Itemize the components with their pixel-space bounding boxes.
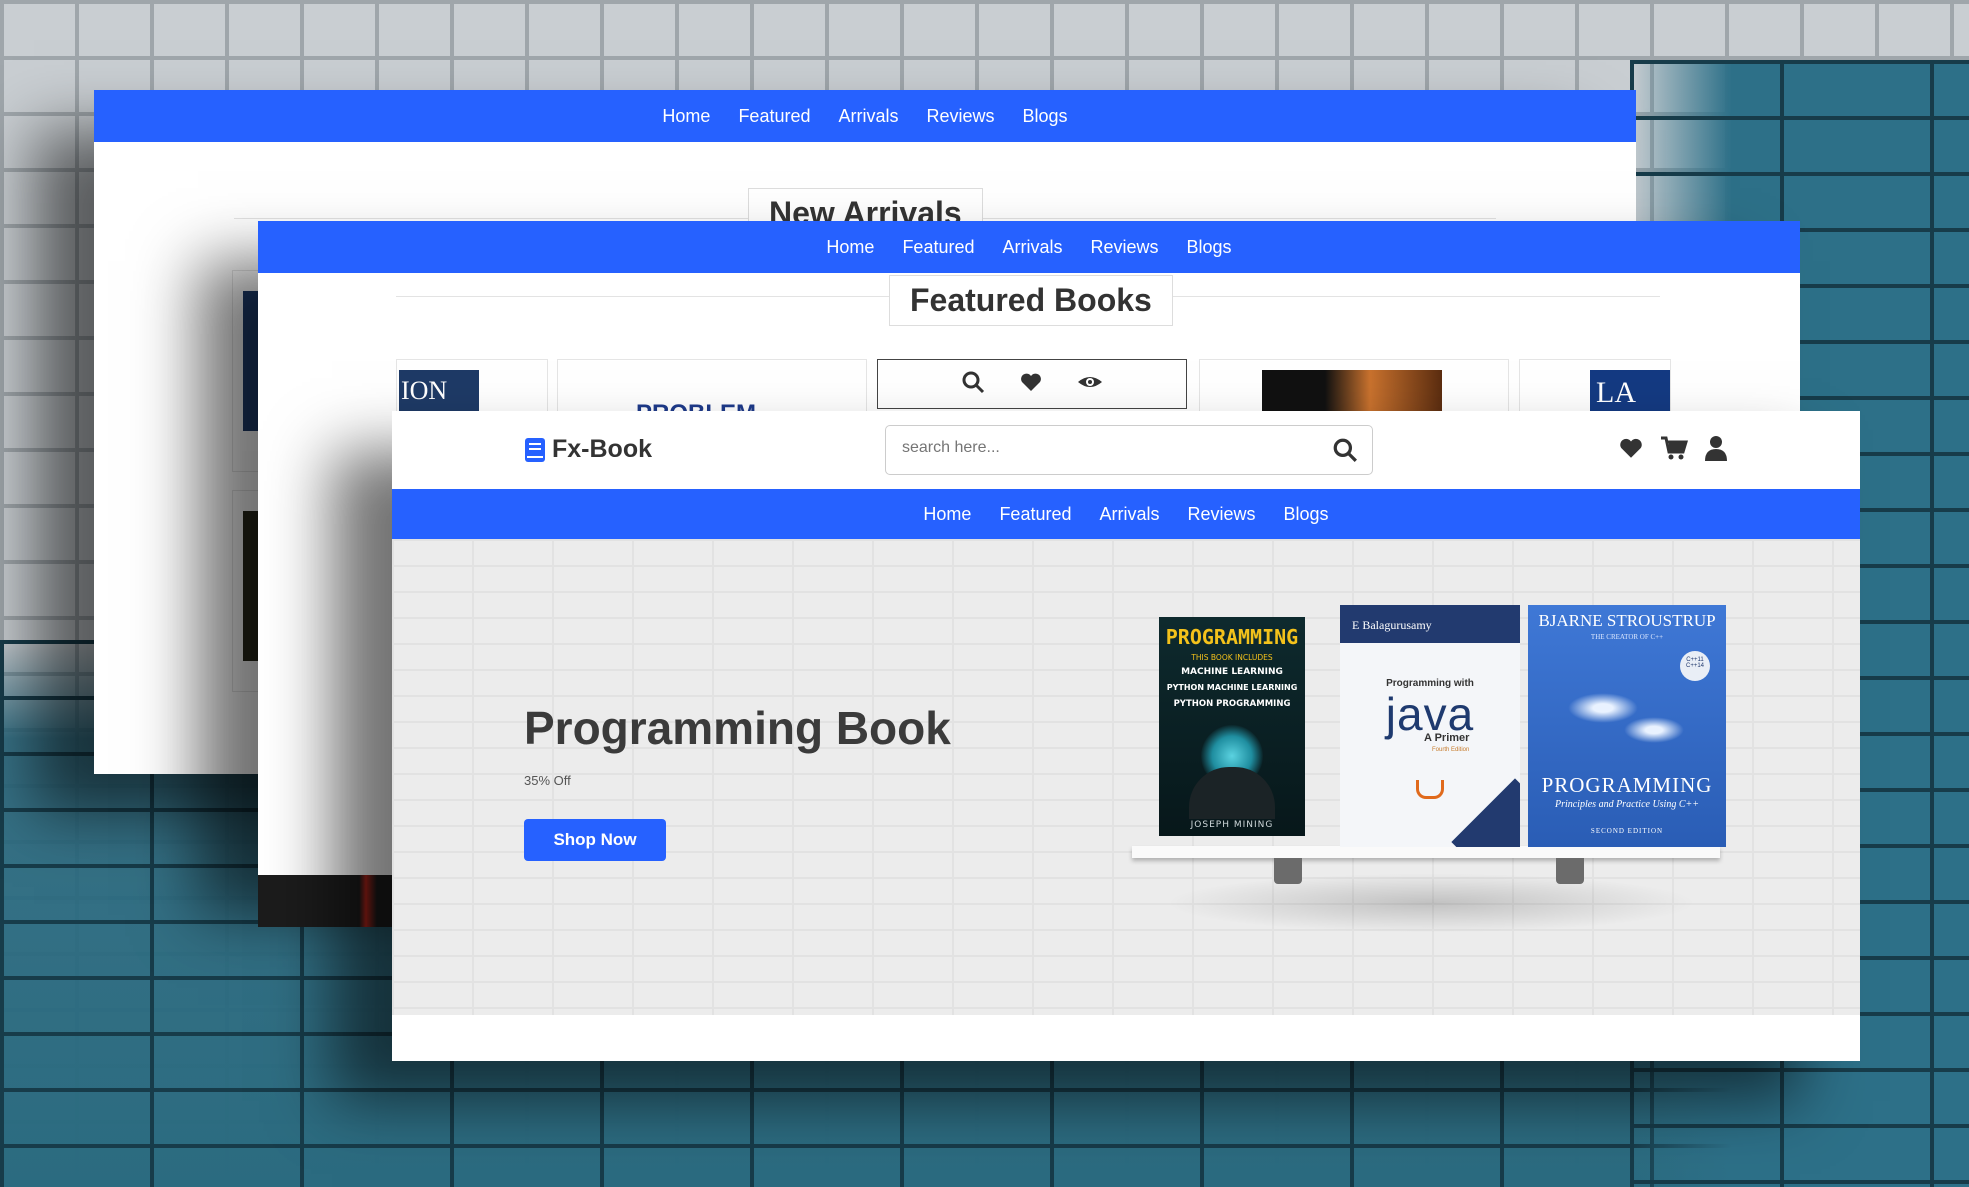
eye-icon[interactable] bbox=[1077, 370, 1103, 394]
shelf-bracket bbox=[1274, 858, 1302, 884]
shelf-bracket bbox=[1556, 858, 1584, 884]
book-header-band: E Balagurusamy bbox=[1340, 605, 1520, 643]
navbar: Home Featured Arrivals Reviews Blogs bbox=[94, 90, 1636, 142]
heart-icon[interactable] bbox=[1618, 435, 1644, 461]
hero-section: Programming Book 35% Off Shop Now PROGRA… bbox=[392, 539, 1860, 1015]
nav-home[interactable]: Home bbox=[923, 504, 971, 525]
search-icon[interactable] bbox=[1332, 437, 1358, 463]
book-subtitle: A Primer bbox=[1424, 732, 1470, 744]
book-line: PYTHON PROGRAMMING bbox=[1173, 699, 1291, 709]
book-edition: SECOND EDITION bbox=[1590, 827, 1664, 835]
navbar: Home Featured Arrivals Reviews Blogs bbox=[392, 489, 1860, 539]
search-form bbox=[885, 425, 1373, 475]
book-author: E Balagurusamy bbox=[1352, 618, 1432, 632]
book-title: PROGRAMMING bbox=[1165, 625, 1299, 649]
cover-snippet: LA bbox=[1596, 376, 1636, 409]
featured-card-hover[interactable] bbox=[877, 359, 1187, 409]
front-screenshot: Fx-Book Home Featured Arrivals Reviews B… bbox=[392, 411, 1860, 1061]
nav-arrivals[interactable]: Arrivals bbox=[838, 106, 898, 127]
bird-graphic bbox=[1624, 717, 1684, 743]
nav-arrivals[interactable]: Arrivals bbox=[1099, 504, 1159, 525]
figure-graphic bbox=[1189, 767, 1275, 819]
book-tagline: THE CREATOR OF C++ bbox=[1590, 633, 1664, 641]
nav-blogs[interactable]: Blogs bbox=[1023, 106, 1068, 127]
heart-icon[interactable] bbox=[1019, 370, 1043, 394]
nav-home[interactable]: Home bbox=[826, 237, 874, 258]
cover-snippet: ION bbox=[401, 376, 448, 405]
book-icon bbox=[525, 437, 545, 462]
nav-featured[interactable]: Featured bbox=[902, 237, 974, 258]
section-title-featured-books: Featured Books bbox=[889, 275, 1173, 326]
nav-reviews[interactable]: Reviews bbox=[927, 106, 995, 127]
nav-arrivals[interactable]: Arrivals bbox=[1002, 237, 1062, 258]
nav-blogs[interactable]: Blogs bbox=[1284, 504, 1329, 525]
cpp-badge: C++11 C++14 bbox=[1680, 651, 1710, 681]
badge-line: C++14 bbox=[1685, 663, 1704, 669]
site-header: Fx-Book bbox=[392, 411, 1860, 489]
navbar: Home Featured Arrivals Reviews Blogs bbox=[258, 221, 1800, 273]
cart-icon[interactable] bbox=[1660, 435, 1688, 461]
nav-reviews[interactable]: Reviews bbox=[1091, 237, 1159, 258]
nav-featured[interactable]: Featured bbox=[738, 106, 810, 127]
book-title: PROGRAMMING bbox=[1541, 773, 1713, 797]
java-cup-icon bbox=[1416, 780, 1444, 799]
book-corner-stripe bbox=[1451, 778, 1520, 847]
logo-text: Fx-Book bbox=[552, 435, 652, 463]
nav-blogs[interactable]: Blogs bbox=[1187, 237, 1232, 258]
middle-screen-footer-strip bbox=[258, 875, 393, 927]
nav-featured[interactable]: Featured bbox=[999, 504, 1071, 525]
book-subtitle: Principles and Practice Using C++ bbox=[1554, 799, 1700, 810]
hero-discount: 35% Off bbox=[524, 773, 571, 788]
book-cover-cpp[interactable]: BJARNE STROUSTRUP THE CREATOR OF C++ C++… bbox=[1528, 605, 1726, 847]
book-line: MACHINE LEARNING bbox=[1181, 667, 1283, 677]
book-author: BJARNE STROUSTRUP bbox=[1538, 611, 1716, 630]
hero-title: Programming Book bbox=[524, 702, 951, 754]
book-line: PYTHON MACHINE LEARNING bbox=[1166, 683, 1298, 692]
book-author: JOSEPH MINING bbox=[1190, 820, 1274, 830]
book-edition: Fourth Edition bbox=[1432, 747, 1470, 753]
bookshelf bbox=[1132, 846, 1720, 858]
search-icon[interactable] bbox=[961, 370, 985, 394]
bird-graphic bbox=[1568, 693, 1638, 723]
shop-now-button[interactable]: Shop Now bbox=[524, 819, 666, 861]
user-icon[interactable] bbox=[1704, 435, 1728, 461]
book-cover-programming-python[interactable]: PROGRAMMING THIS BOOK INCLUDES MACHINE L… bbox=[1159, 617, 1305, 836]
card-actions bbox=[878, 370, 1186, 394]
nav-reviews[interactable]: Reviews bbox=[1188, 504, 1256, 525]
logo[interactable]: Fx-Book bbox=[524, 435, 652, 464]
book-line: THIS BOOK INCLUDES bbox=[1191, 653, 1273, 662]
book-cover-java[interactable]: E Balagurusamy Programming with java A P… bbox=[1340, 605, 1520, 847]
header-icons bbox=[1618, 435, 1728, 461]
shelf-shadow bbox=[1164, 873, 1698, 933]
nav-home[interactable]: Home bbox=[662, 106, 710, 127]
search-input[interactable] bbox=[900, 438, 1304, 458]
